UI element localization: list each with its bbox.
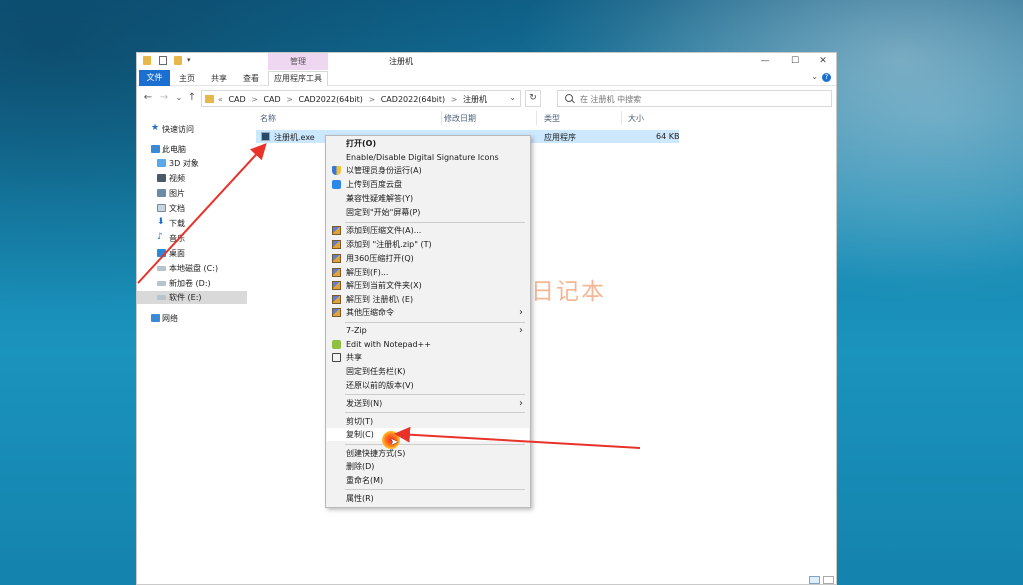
- arrow-to-file: [137, 143, 267, 284]
- arrow-to-copy: [394, 426, 641, 449]
- annotation-arrows: [137, 143, 641, 449]
